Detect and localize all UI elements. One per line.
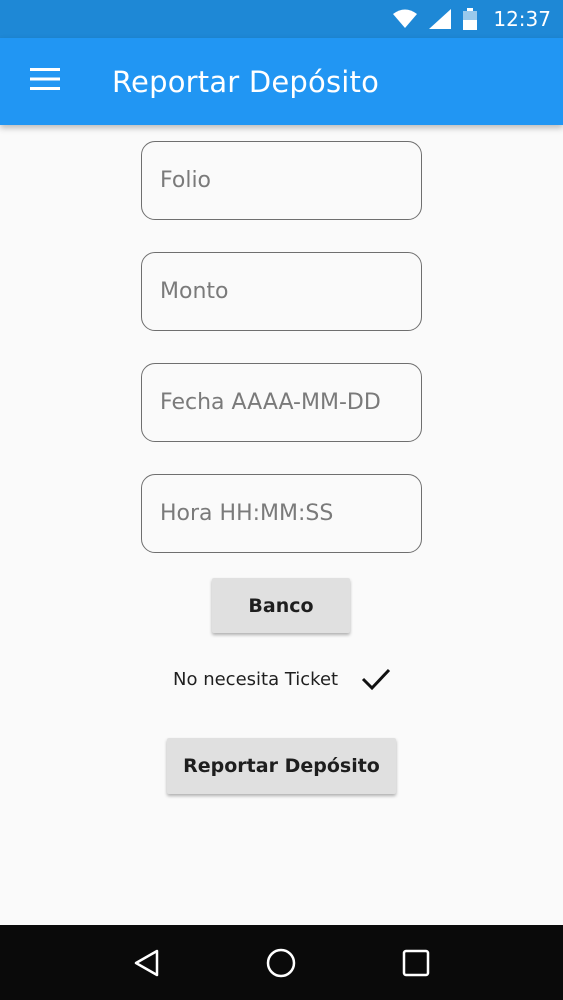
fecha-input[interactable] bbox=[141, 363, 422, 442]
ticket-option[interactable]: No necesita Ticket bbox=[173, 663, 392, 695]
recents-icon[interactable] bbox=[386, 933, 446, 993]
reportar-deposito-button[interactable]: Reportar Depósito bbox=[167, 738, 396, 794]
back-icon[interactable] bbox=[117, 933, 177, 993]
folio-input[interactable] bbox=[141, 141, 422, 220]
hora-input[interactable] bbox=[141, 474, 422, 553]
wifi-icon bbox=[393, 9, 418, 29]
hamburger-menu-icon bbox=[30, 68, 60, 95]
ticket-label: No necesita Ticket bbox=[173, 668, 339, 690]
checkmark-icon[interactable] bbox=[360, 663, 392, 695]
deposit-form: Banco No necesita Ticket Reportar Depósi… bbox=[0, 125, 563, 925]
menu-button[interactable] bbox=[0, 38, 90, 125]
status-clock: 12:37 bbox=[493, 7, 551, 31]
status-bar: 12:37 bbox=[0, 0, 563, 38]
banco-button[interactable]: Banco bbox=[212, 578, 350, 633]
page-title: Reportar Depósito bbox=[112, 64, 380, 99]
home-icon[interactable] bbox=[251, 933, 311, 993]
monto-input[interactable] bbox=[141, 252, 422, 331]
signal-icon bbox=[429, 9, 452, 29]
battery-icon bbox=[463, 8, 478, 30]
app-bar: Reportar Depósito bbox=[0, 38, 563, 125]
navigation-bar bbox=[0, 925, 563, 1000]
